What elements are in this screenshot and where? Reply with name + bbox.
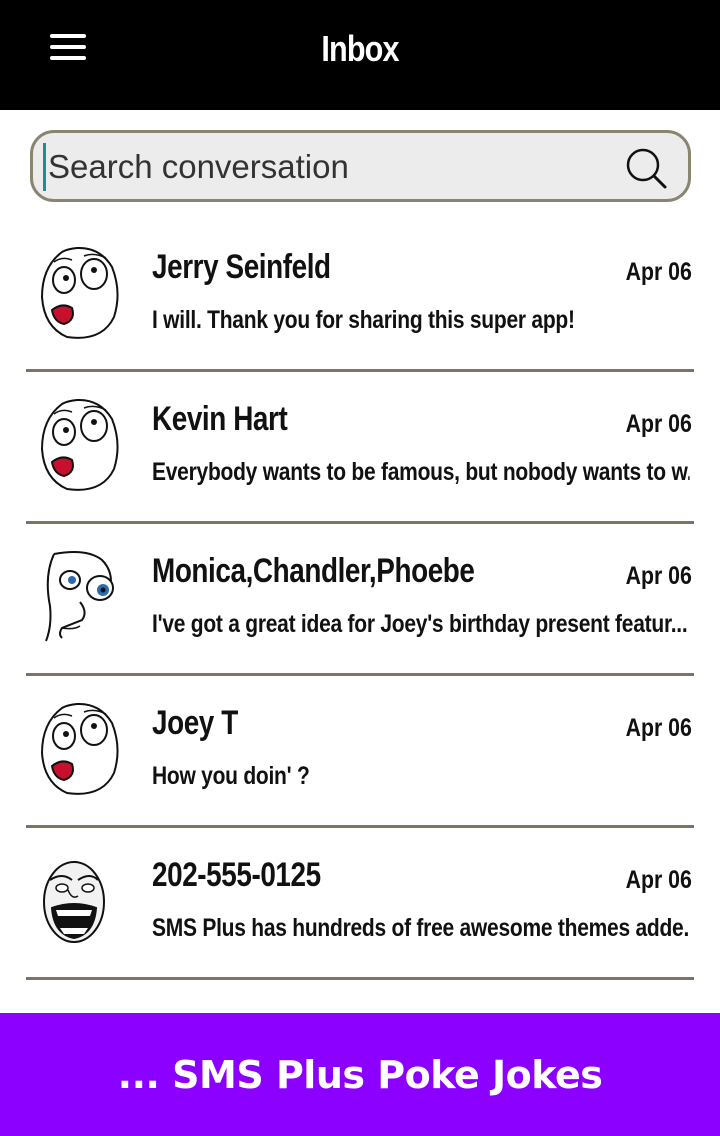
search-input[interactable] [43,143,613,191]
conversation-preview: Everybody wants to be famous, but nobody… [152,458,690,486]
conversation-row[interactable]: 202-555-0125 Apr 06 SMS Plus has hundred… [0,828,720,980]
conversation-preview: SMS Plus has hundreds of free awesome th… [152,914,690,942]
conversation-row[interactable]: Joey T Apr 06 How you doin' ? [0,676,720,828]
conversation-preview: I've got a great idea for Joey's birthda… [152,610,688,638]
search-bar[interactable] [30,130,691,202]
rage-face-surprised-icon [40,246,119,339]
search-icon[interactable] [624,146,668,190]
conversation-name: Kevin Hart [152,400,288,438]
conversation-row[interactable]: Kevin Hart Apr 06 Everybody wants to be … [0,372,720,524]
rage-face-thinking-icon [45,551,114,642]
conversation-date: Apr 06 [625,714,692,742]
conversation-name: Jerry Seinfeld [152,248,331,286]
rage-face-surprised-icon [40,398,119,491]
conversation-preview: I will. Thank you for sharing this super… [152,306,575,334]
forever-alone-face-icon [43,861,105,943]
top-app-bar: Inbox [0,0,720,110]
conversation-preview: How you doin' ? [152,762,310,790]
conversation-row[interactable]: Monica,Chandler,Phoebe Apr 06 I've got a… [0,524,720,676]
divider [26,977,694,980]
conversation-row[interactable]: Jerry Seinfeld Apr 06 I will. Thank you … [0,220,720,372]
promo-banner[interactable]: ... SMS Plus Poke Jokes [0,1013,720,1136]
conversation-date: Apr 06 [625,866,692,894]
page-title: Inbox [321,28,399,69]
conversation-date: Apr 06 [625,562,692,590]
conversation-name: Monica,Chandler,Phoebe [152,552,475,590]
conversation-date: Apr 06 [625,258,692,286]
conversation-name: 202-555-0125 [152,856,321,894]
conversation-name: Joey T [152,704,238,742]
rage-face-surprised-icon [40,702,119,795]
promo-banner-text: ... SMS Plus Poke Jokes [117,1053,603,1097]
conversation-date: Apr 06 [625,410,692,438]
